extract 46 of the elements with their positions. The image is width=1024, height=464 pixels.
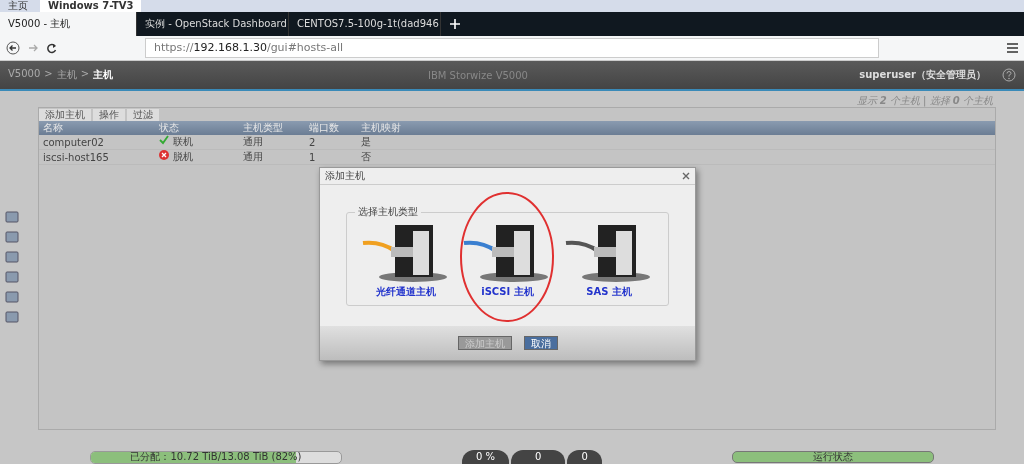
table-cell-text: 通用 — [242, 150, 264, 164]
table-cell-text: 2 — [308, 136, 317, 148]
toolbar-button[interactable]: 操作 — [93, 108, 125, 121]
address-field[interactable]: https://192.168.1.30/gui#hosts-all — [145, 38, 879, 58]
nav-icon[interactable] — [4, 289, 20, 305]
product-title: IBM Storwize V5000 — [428, 69, 529, 81]
breadcrumb-item[interactable]: 主机 — [56, 68, 77, 82]
health-status-bar[interactable]: 运行状态 — [732, 451, 934, 463]
host-type-link[interactable]: SAS 主机 — [586, 285, 632, 299]
dialog-title: 添加主机 — [325, 169, 365, 183]
gauge[interactable]: 0 — [567, 450, 602, 464]
vm-tab[interactable]: Windows 7-TV3 — [40, 0, 142, 12]
breadcrumb-item: > — [80, 68, 90, 81]
toolbar-button[interactable]: 添加主机 — [39, 108, 91, 121]
table-cell: 脱机 — [173, 150, 193, 164]
user-label[interactable]: superuser（安全管理员） — [859, 68, 986, 82]
gauge[interactable]: 0 % — [462, 450, 510, 464]
group-label: 选择主机类型 — [357, 205, 419, 219]
breadcrumb-item: > — [44, 68, 53, 81]
new-tab-icon[interactable] — [449, 18, 461, 30]
table-cell-text: iscsi-host165 — [42, 151, 110, 163]
gauge[interactable]: 0 — [511, 450, 566, 464]
host-type-link[interactable]: 光纤通道主机 — [375, 285, 436, 299]
reload-icon[interactable] — [46, 42, 57, 54]
help-icon[interactable] — [1002, 68, 1016, 82]
table-cell: 联机 — [173, 135, 193, 149]
breadcrumb-item[interactable]: 主机 — [93, 68, 114, 82]
browser-tab[interactable]: V5000 - 主机 — [0, 12, 137, 36]
back-icon[interactable] — [6, 41, 20, 55]
host-type-link[interactable]: iSCSI 主机 — [481, 285, 534, 299]
table-cell-text: 否 — [360, 150, 372, 164]
nav-icon[interactable] — [4, 229, 20, 245]
table-cell-text: 通用 — [242, 135, 264, 149]
nav-icon[interactable] — [4, 209, 20, 225]
dialog-button[interactable]: 取消 — [523, 336, 558, 350]
menu-icon[interactable] — [1007, 43, 1018, 53]
close-icon[interactable] — [682, 172, 690, 180]
nav-icon[interactable] — [4, 309, 20, 325]
toolbar-button[interactable]: 过滤 — [127, 108, 159, 121]
nav-icon[interactable] — [4, 269, 20, 285]
breadcrumb-item[interactable]: V5000 — [8, 68, 41, 82]
table-cell-text: 1 — [308, 151, 317, 163]
table-cell-text: 是 — [360, 135, 372, 149]
table-cell-text: computer02 — [42, 136, 105, 148]
nav-icon[interactable] — [4, 249, 20, 265]
vm-tab[interactable]: 主页 — [0, 0, 36, 12]
